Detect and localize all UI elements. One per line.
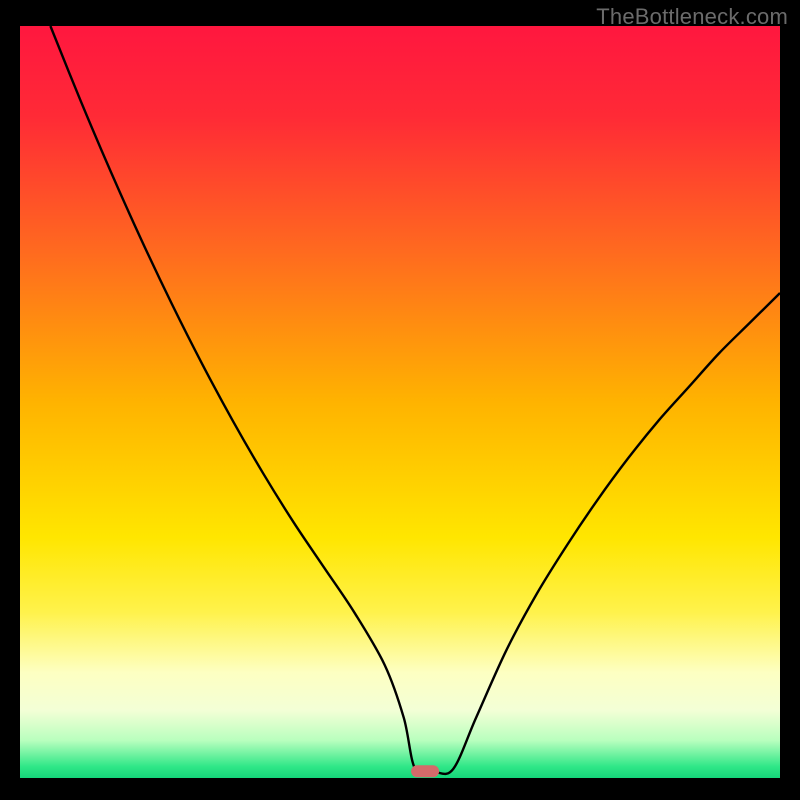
plot-background (20, 26, 780, 778)
attribution-label: TheBottleneck.com (596, 4, 788, 30)
bottleneck-chart (0, 0, 800, 800)
chart-frame: TheBottleneck.com (0, 0, 800, 800)
optimal-marker (411, 765, 439, 777)
